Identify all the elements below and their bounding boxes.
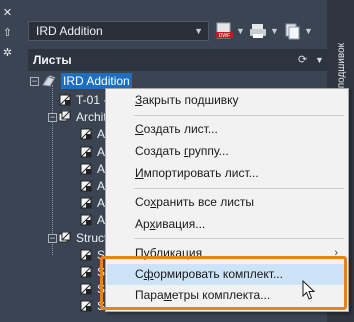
menu-item-label: Сохранить все листы [135, 195, 255, 209]
chevron-down-icon: ▼ [194, 26, 203, 36]
menu-item[interactable]: Сохранить все листы [107, 192, 347, 213]
dwf-publish-icon[interactable]: DWF [213, 22, 235, 40]
settings-icon[interactable]: ✲ [2, 48, 13, 59]
sheets-tab-label: Листы [33, 53, 72, 67]
sheet-set-manager-icon[interactable] [281, 22, 303, 40]
sheet-set-name: IRD Addition [36, 24, 103, 38]
collapse-icon[interactable]: − [48, 233, 57, 243]
palette-side-strip: ✕ ⇧ ✲ [0, 0, 15, 322]
chevron-down-icon[interactable]: ▼ [304, 22, 313, 40]
svg-text:DWF: DWF [219, 33, 230, 39]
tree-item-label: T-01 - [76, 93, 108, 107]
sheet-icon [80, 283, 92, 295]
menu-separator [134, 188, 344, 189]
close-icon[interactable]: ✕ [2, 8, 13, 19]
sheet-icon [80, 266, 92, 278]
panel-toolbar: IRD Addition ▼ DWF ▼ ▼ ▼ [17, 0, 327, 48]
subset-icon [58, 231, 71, 244]
menu-item-label: Импортировать лист... [135, 166, 259, 180]
menu-item-label: Архивация... [135, 217, 206, 231]
sheets-tab-header[interactable]: Листы ⟳ ▼ [28, 49, 327, 71]
subset-icon [58, 110, 71, 123]
collapse-icon[interactable]: − [48, 113, 57, 123]
tree-item-label: Struct [76, 230, 108, 245]
menu-item-label: Создать лист... [135, 122, 218, 136]
tree-root-label: IRD Addition [61, 73, 132, 89]
chevron-down-icon[interactable]: ▼ [315, 49, 324, 71]
sheet-icon [80, 128, 92, 140]
sheet-icon [80, 300, 92, 312]
mouse-pointer-icon [302, 280, 316, 300]
menu-item[interactable]: Создать лист... [107, 119, 347, 140]
sheet-icon [80, 249, 92, 261]
tree-item-label: Archit [76, 110, 107, 125]
menu-item[interactable]: Архивация... [107, 214, 347, 235]
menu-item[interactable]: Создать группу... [107, 141, 347, 162]
pin-icon[interactable]: ⇧ [2, 28, 13, 39]
menu-item[interactable]: Импортировать лист... [107, 163, 347, 184]
menu-separator [134, 238, 344, 239]
collapse-icon[interactable]: − [30, 77, 39, 86]
menu-item[interactable]: Закрыть подшивку [107, 90, 347, 111]
sheet-set-dropdown[interactable]: IRD Addition ▼ [28, 21, 209, 41]
menu-item-label: Закрыть подшивку [135, 93, 239, 107]
plot-icon[interactable] [247, 22, 269, 40]
chevron-down-icon[interactable]: ▼ [270, 22, 279, 40]
menu-separator [134, 115, 344, 116]
sheet-icon [80, 163, 92, 175]
chevron-down-icon[interactable]: ▼ [236, 22, 245, 40]
sheet-icon [59, 94, 71, 106]
sheet-icon [80, 180, 92, 192]
sheet-icon [80, 214, 92, 226]
sheet-icon [80, 146, 92, 158]
sheet-icon [80, 197, 92, 209]
refresh-icon[interactable]: ⟳ [298, 49, 307, 71]
menu-item-label: Создать группу... [135, 144, 229, 158]
